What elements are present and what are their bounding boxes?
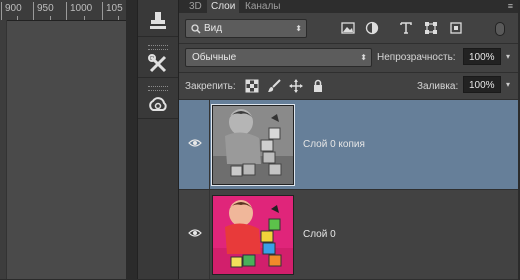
blend-mode-value: Обычные (192, 52, 237, 63)
eye-icon[interactable] (188, 138, 202, 148)
panel-grip (148, 86, 168, 91)
filter-kind-dropdown[interactable]: Вид ⬍ (185, 19, 307, 38)
checkerboard-lock-icon[interactable] (245, 79, 259, 93)
libraries-button[interactable] (138, 82, 178, 119)
clone-source-button[interactable] (138, 0, 178, 37)
filter-kind-value: Вид (204, 23, 223, 34)
ruler-tick (66, 2, 67, 20)
visibility-column (179, 190, 210, 279)
lock-label: Закрепить: (185, 81, 236, 92)
child-photo-grayscale (213, 106, 293, 184)
ruler-tick (84, 16, 85, 20)
fill-input[interactable]: 100% (463, 76, 501, 93)
visibility-column (179, 100, 210, 189)
layer-thumbnail (211, 104, 295, 186)
adjustment-icon[interactable] (365, 21, 379, 35)
layer-row[interactable]: Слой 0 (179, 190, 518, 280)
transform-icon[interactable] (424, 21, 438, 35)
ruler-label: 1000 (70, 3, 93, 14)
chevron-down-icon[interactable]: ▾ (506, 52, 510, 61)
padlock-icon[interactable] (311, 79, 325, 93)
text-icon[interactable] (399, 21, 413, 35)
eye-icon[interactable] (188, 228, 202, 238)
chevron-updown-icon: ⬍ (360, 53, 367, 62)
ruler-label: 900 (5, 3, 22, 14)
document-canvas[interactable]: 900 950 1000 105 (0, 0, 126, 279)
horizontal-ruler: 900 950 1000 105 (0, 0, 126, 21)
stamp-icon (150, 12, 166, 29)
panel-tabs: 3D Слои Каналы ≡ (179, 0, 518, 13)
layer-row[interactable]: Слой 0 копия (179, 100, 518, 190)
smart-object-icon[interactable] (449, 21, 463, 35)
vertical-ruler (0, 20, 7, 279)
fill-label: Заливка: (417, 81, 459, 92)
panel-menu-icon[interactable]: ≡ (508, 1, 513, 11)
blend-mode-dropdown[interactable]: Обычные ⬍ (185, 48, 372, 67)
child-photo-color (213, 196, 293, 274)
search-icon (191, 24, 201, 34)
tools-icon (148, 54, 167, 73)
chevron-updown-icon: ⬍ (295, 24, 302, 33)
ruler-label: 950 (37, 3, 54, 14)
picture-icon[interactable] (341, 21, 355, 35)
layer-thumbnail (212, 195, 294, 275)
ruler-tick (17, 16, 18, 20)
tab-channels[interactable]: Каналы (241, 0, 285, 13)
ruler-tick (1, 2, 2, 20)
ruler-tick (118, 16, 119, 20)
ruler-tick (33, 2, 34, 20)
tool-presets-button[interactable] (138, 41, 178, 78)
opacity-label: Непрозрачность: (377, 52, 456, 63)
tab-layers[interactable]: Слои (207, 0, 240, 13)
ruler-label: 105 (106, 3, 123, 14)
layer-name[interactable]: Слой 0 (303, 229, 336, 240)
opacity-input[interactable]: 100% (463, 48, 501, 65)
tab-3d[interactable]: 3D (185, 0, 206, 13)
chevron-down-icon[interactable]: ▾ (506, 80, 510, 89)
ruler-tick (102, 2, 103, 20)
lock-row: Закрепить: Заливка: 100% ▾ (179, 73, 518, 99)
brush-lock-icon[interactable] (267, 79, 281, 93)
move-lock-icon[interactable] (289, 79, 303, 93)
layers-panel: 3D Слои Каналы ≡ Вид ⬍ Обычные ⬍ Непрозр… (178, 0, 518, 280)
blend-row: Обычные ⬍ Непрозрачность: 100% ▾ (179, 44, 518, 72)
layer-name[interactable]: Слой 0 копия (303, 139, 365, 150)
creative-cloud-icon (149, 97, 167, 111)
filter-toggle[interactable] (495, 22, 505, 36)
panel-dock-strip (137, 0, 179, 279)
ruler-tick (50, 16, 51, 20)
filter-row: Вид ⬍ (179, 13, 518, 43)
panel-grip (148, 45, 168, 50)
